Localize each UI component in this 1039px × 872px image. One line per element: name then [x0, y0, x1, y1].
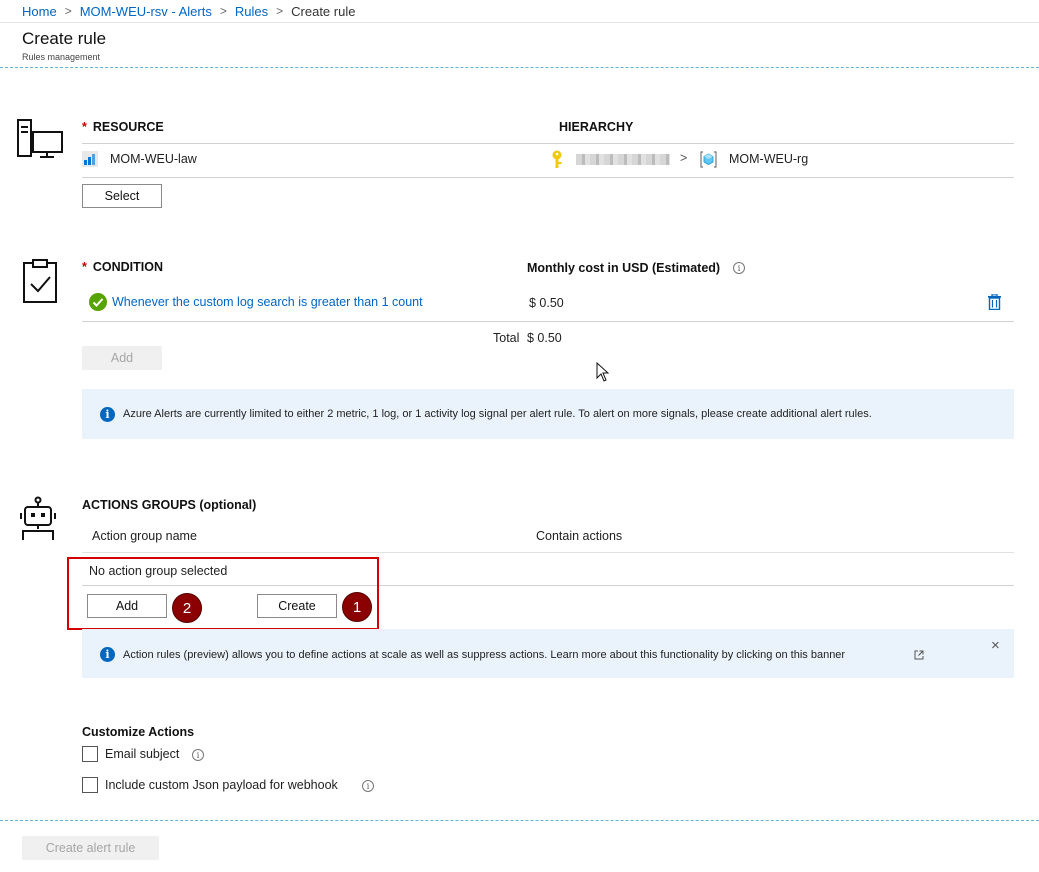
resource-name: MOM-WEU-law	[110, 152, 197, 166]
condition-cost: $ 0.50	[529, 296, 564, 310]
monthly-cost-label: Monthly cost in USD (Estimated)	[527, 261, 721, 275]
email-subject-checkbox[interactable]	[82, 746, 98, 762]
signal-limit-text: Azure Alerts are currently limited to ei…	[123, 408, 872, 420]
resource-heading: * RESOURCE	[82, 120, 164, 134]
column-contain-actions: Contain actions	[536, 529, 623, 543]
action-rules-text: Action rules (preview) allows you to def…	[123, 649, 846, 661]
resource-group-name: MOM-WEU-rg	[729, 152, 809, 166]
page-subtitle: Rules management	[22, 52, 101, 62]
close-banner-icon[interactable]: ×	[991, 637, 1000, 654]
robot-icon	[18, 496, 58, 542]
action-groups-label: ACTIONS GROUPS (optional)	[82, 498, 257, 512]
external-link-icon	[914, 648, 924, 663]
top-divider	[0, 22, 1039, 23]
total-value: $ 0.50	[527, 331, 562, 345]
resource-label: RESOURCE	[92, 120, 164, 134]
breadcrumb-home[interactable]: Home	[22, 4, 57, 19]
resource-group-icon	[700, 151, 717, 171]
json-payload-checkbox[interactable]	[82, 777, 98, 793]
success-check-icon	[89, 293, 107, 314]
log-analytics-icon	[82, 151, 98, 170]
total-label: Total	[493, 331, 520, 345]
breadcrumb-current: Create rule	[291, 3, 356, 19]
hierarchy-label: HIERARCHY	[559, 120, 634, 134]
highlight-box	[67, 557, 379, 630]
breadcrumb-separator: >	[64, 4, 72, 18]
info-icon[interactable]: i	[192, 749, 204, 761]
required-marker: *	[82, 120, 87, 134]
add-condition-button[interactable]: Add	[82, 346, 162, 370]
clipboard-check-icon	[21, 258, 59, 304]
create-alert-rule-button[interactable]: Create alert rule	[22, 836, 159, 860]
resource-header-divider	[82, 143, 1014, 144]
key-icon	[550, 150, 564, 172]
info-icon[interactable]: i	[362, 780, 374, 792]
required-marker: *	[82, 260, 87, 274]
condition-label: CONDITION	[92, 260, 164, 274]
column-action-group-name: Action group name	[92, 529, 197, 543]
condition-heading: * CONDITION	[82, 260, 163, 274]
info-icon[interactable]: i	[733, 262, 745, 274]
page-title: Create rule	[22, 29, 107, 48]
breadcrumb-separator: >	[276, 4, 284, 18]
actions-header-divider	[82, 552, 1014, 553]
header-divider	[0, 67, 1039, 68]
footer-divider	[0, 820, 1039, 821]
breadcrumb-separator: >	[219, 4, 227, 18]
delete-icon[interactable]	[988, 293, 1001, 313]
server-monitor-icon	[16, 118, 64, 160]
condition-rule-link[interactable]: Whenever the custom log search is greate…	[112, 295, 423, 309]
info-icon: i	[100, 647, 115, 662]
info-icon: i	[100, 407, 115, 422]
email-subject-label: Email subject	[105, 747, 180, 761]
select-resource-button[interactable]: Select	[82, 184, 162, 208]
mouse-cursor-icon	[596, 361, 610, 385]
breadcrumb: Home > MOM-WEU-rsv - Alerts > Rules > Cr…	[22, 2, 355, 20]
breadcrumb-rules[interactable]: Rules	[235, 4, 268, 19]
hierarchy-separator: >	[680, 151, 688, 165]
blurred-subscription	[576, 154, 670, 165]
customize-actions-label: Customize Actions	[82, 725, 195, 739]
condition-row-divider	[82, 321, 1014, 322]
json-payload-label: Include custom Json payload for webhook	[105, 778, 338, 792]
resource-row-divider	[82, 177, 1014, 178]
breadcrumb-alerts[interactable]: MOM-WEU-rsv - Alerts	[80, 4, 212, 19]
